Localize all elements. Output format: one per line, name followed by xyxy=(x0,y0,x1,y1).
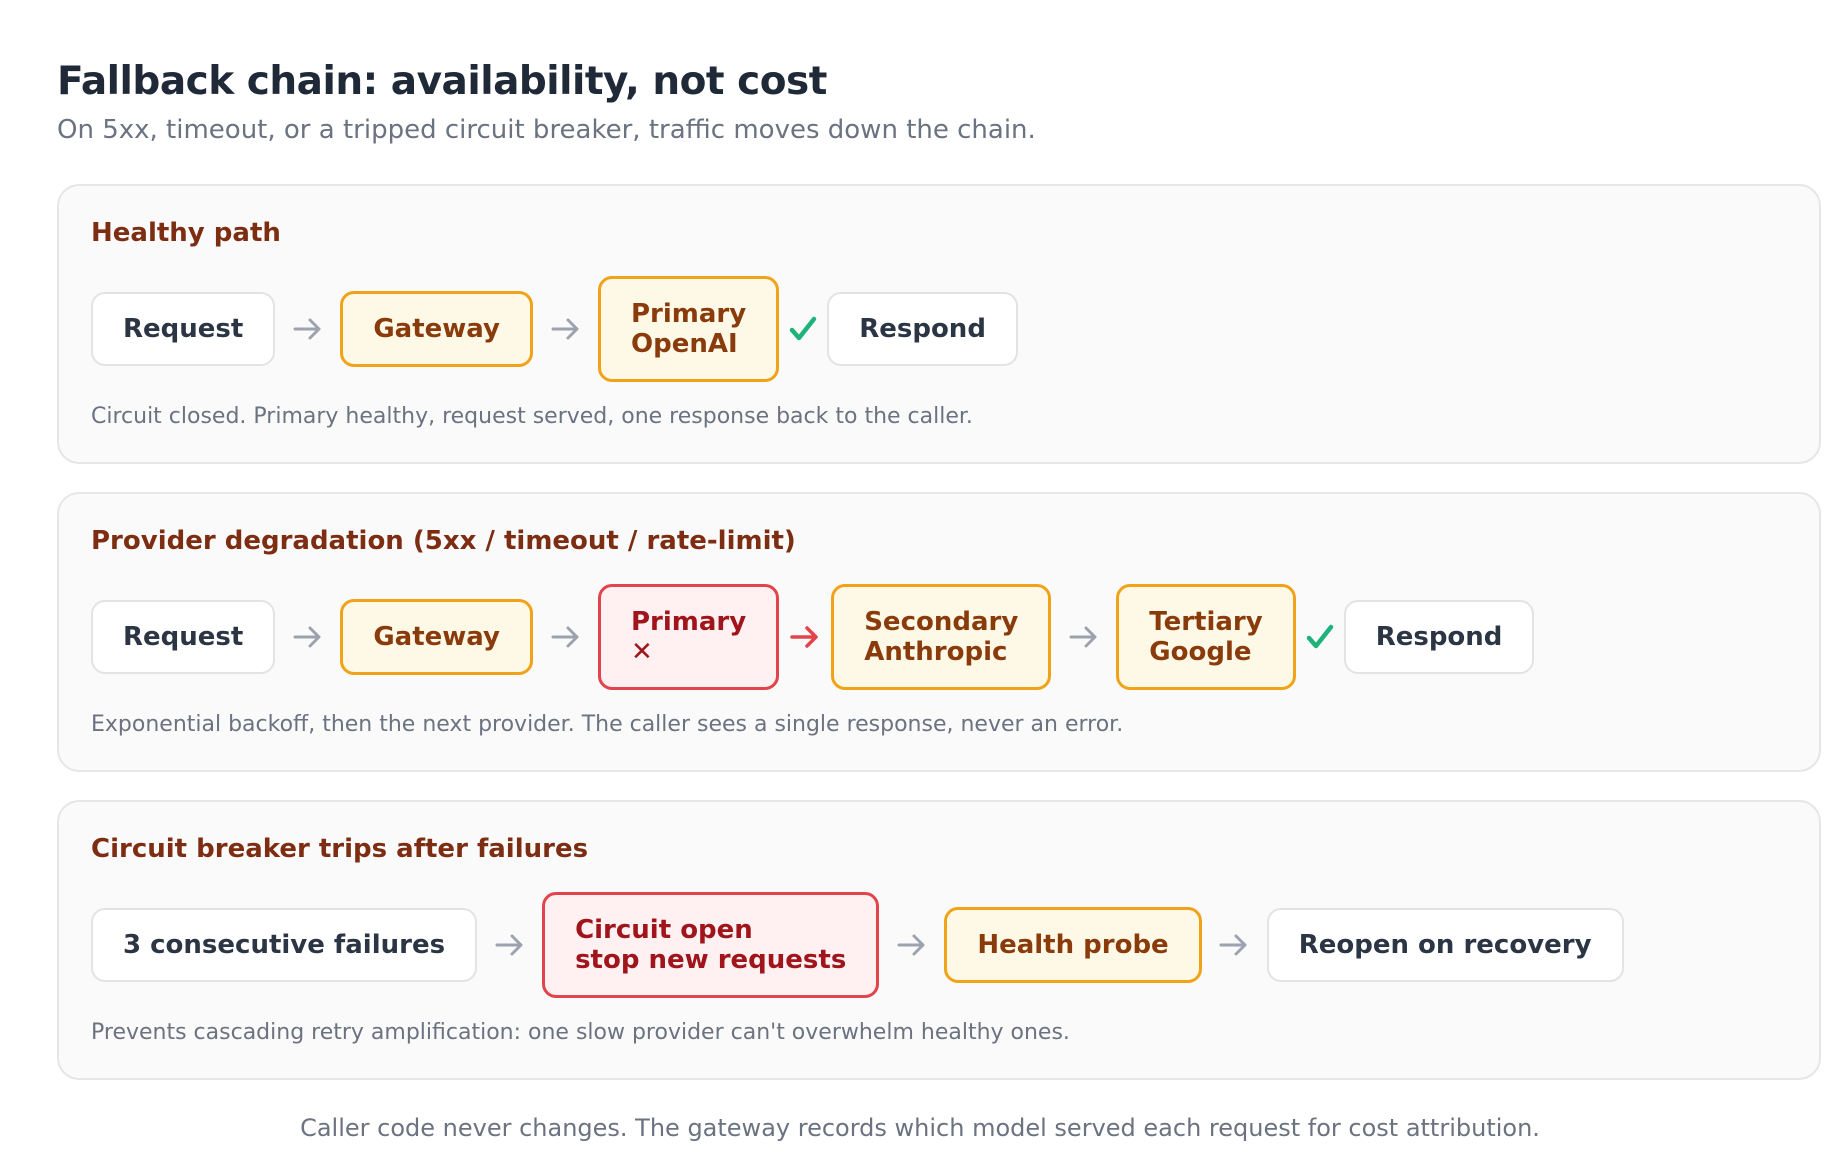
node-label: Primary xyxy=(631,607,747,637)
node-respond: Respond xyxy=(827,292,1018,366)
node-label: Secondary xyxy=(864,607,1019,637)
node-label: Respond xyxy=(1375,622,1503,652)
node-secondary-anthropic: Secondary Anthropic xyxy=(831,584,1052,690)
diagram-page: Fallback chain: availability, not cost O… xyxy=(0,0,1840,1156)
node-label: Primary xyxy=(631,299,747,329)
arrow-right-icon xyxy=(275,317,340,341)
node-label: Health probe xyxy=(977,930,1169,960)
panel-title: Circuit breaker trips after failures xyxy=(91,834,589,864)
node-label: Request xyxy=(123,622,244,652)
node-consecutive-failures: 3 consecutive failures xyxy=(91,908,478,982)
node-label: Tertiary xyxy=(1149,607,1263,637)
panel-title: Provider degradation (5xx / timeout / ra… xyxy=(91,526,796,556)
node-label: Respond xyxy=(859,314,986,344)
node-sublabel: OpenAI xyxy=(631,329,738,359)
node-primary-failed: Primary ✕ xyxy=(598,584,780,690)
node-request: Request xyxy=(91,600,276,674)
panel-note: Circuit closed. Primary healthy, request… xyxy=(91,404,973,429)
node-respond: Respond xyxy=(1343,600,1535,674)
panel-note: Exponential backoff, then the next provi… xyxy=(91,712,1124,737)
flow-row: Request Gateway Primary ✕ Secondary Anth… xyxy=(91,582,1535,692)
page-subtitle: On 5xx, timeout, or a tripped circuit br… xyxy=(57,115,1036,145)
panel-circuit-breaker: Circuit breaker trips after failures 3 c… xyxy=(57,800,1821,1080)
arrow-right-icon xyxy=(1202,933,1267,957)
panel-provider-degradation: Provider degradation (5xx / timeout / ra… xyxy=(57,492,1821,772)
arrow-right-icon xyxy=(533,317,598,341)
arrow-right-icon xyxy=(1051,625,1116,649)
node-label: Circuit open xyxy=(575,915,753,945)
node-label: Request xyxy=(123,314,244,344)
node-label: Reopen on recovery xyxy=(1298,930,1592,960)
check-icon xyxy=(1296,622,1344,652)
node-sublabel: Anthropic xyxy=(864,637,1008,667)
node-primary-openai: Primary OpenAI xyxy=(598,276,780,382)
page-title: Fallback chain: availability, not cost xyxy=(57,59,827,104)
footer-note: Caller code never changes. The gateway r… xyxy=(300,1114,1540,1142)
failure-x-icon: ✕ xyxy=(631,637,653,667)
arrow-right-icon xyxy=(879,933,944,957)
panel-title: Healthy path xyxy=(91,218,281,248)
node-sublabel: stop new requests xyxy=(575,945,847,975)
arrow-right-icon xyxy=(533,625,598,649)
node-circuit-open: Circuit open stop new requests xyxy=(542,892,880,998)
node-gateway: Gateway xyxy=(340,599,533,675)
node-gateway: Gateway xyxy=(340,291,533,367)
node-label: 3 consecutive failures xyxy=(123,930,446,960)
flow-row: 3 consecutive failures Circuit open stop… xyxy=(91,890,1624,1000)
node-request: Request xyxy=(91,292,276,366)
arrow-right-icon xyxy=(779,625,831,649)
node-label: Gateway xyxy=(373,314,500,344)
arrow-right-icon xyxy=(477,933,542,957)
node-sublabel: Google xyxy=(1149,637,1252,667)
node-reopen-on-recovery: Reopen on recovery xyxy=(1266,908,1624,982)
node-label: Gateway xyxy=(373,622,500,652)
panel-healthy-path: Healthy path Request Gateway Primary Ope… xyxy=(57,184,1821,464)
check-icon xyxy=(779,314,827,344)
node-health-probe: Health probe xyxy=(944,907,1202,983)
panel-note: Prevents cascading retry amplification: … xyxy=(91,1020,1070,1045)
flow-row: Request Gateway Primary OpenAI Respond xyxy=(91,274,1018,384)
arrow-right-icon xyxy=(275,625,340,649)
node-tertiary-google: Tertiary Google xyxy=(1116,584,1296,690)
